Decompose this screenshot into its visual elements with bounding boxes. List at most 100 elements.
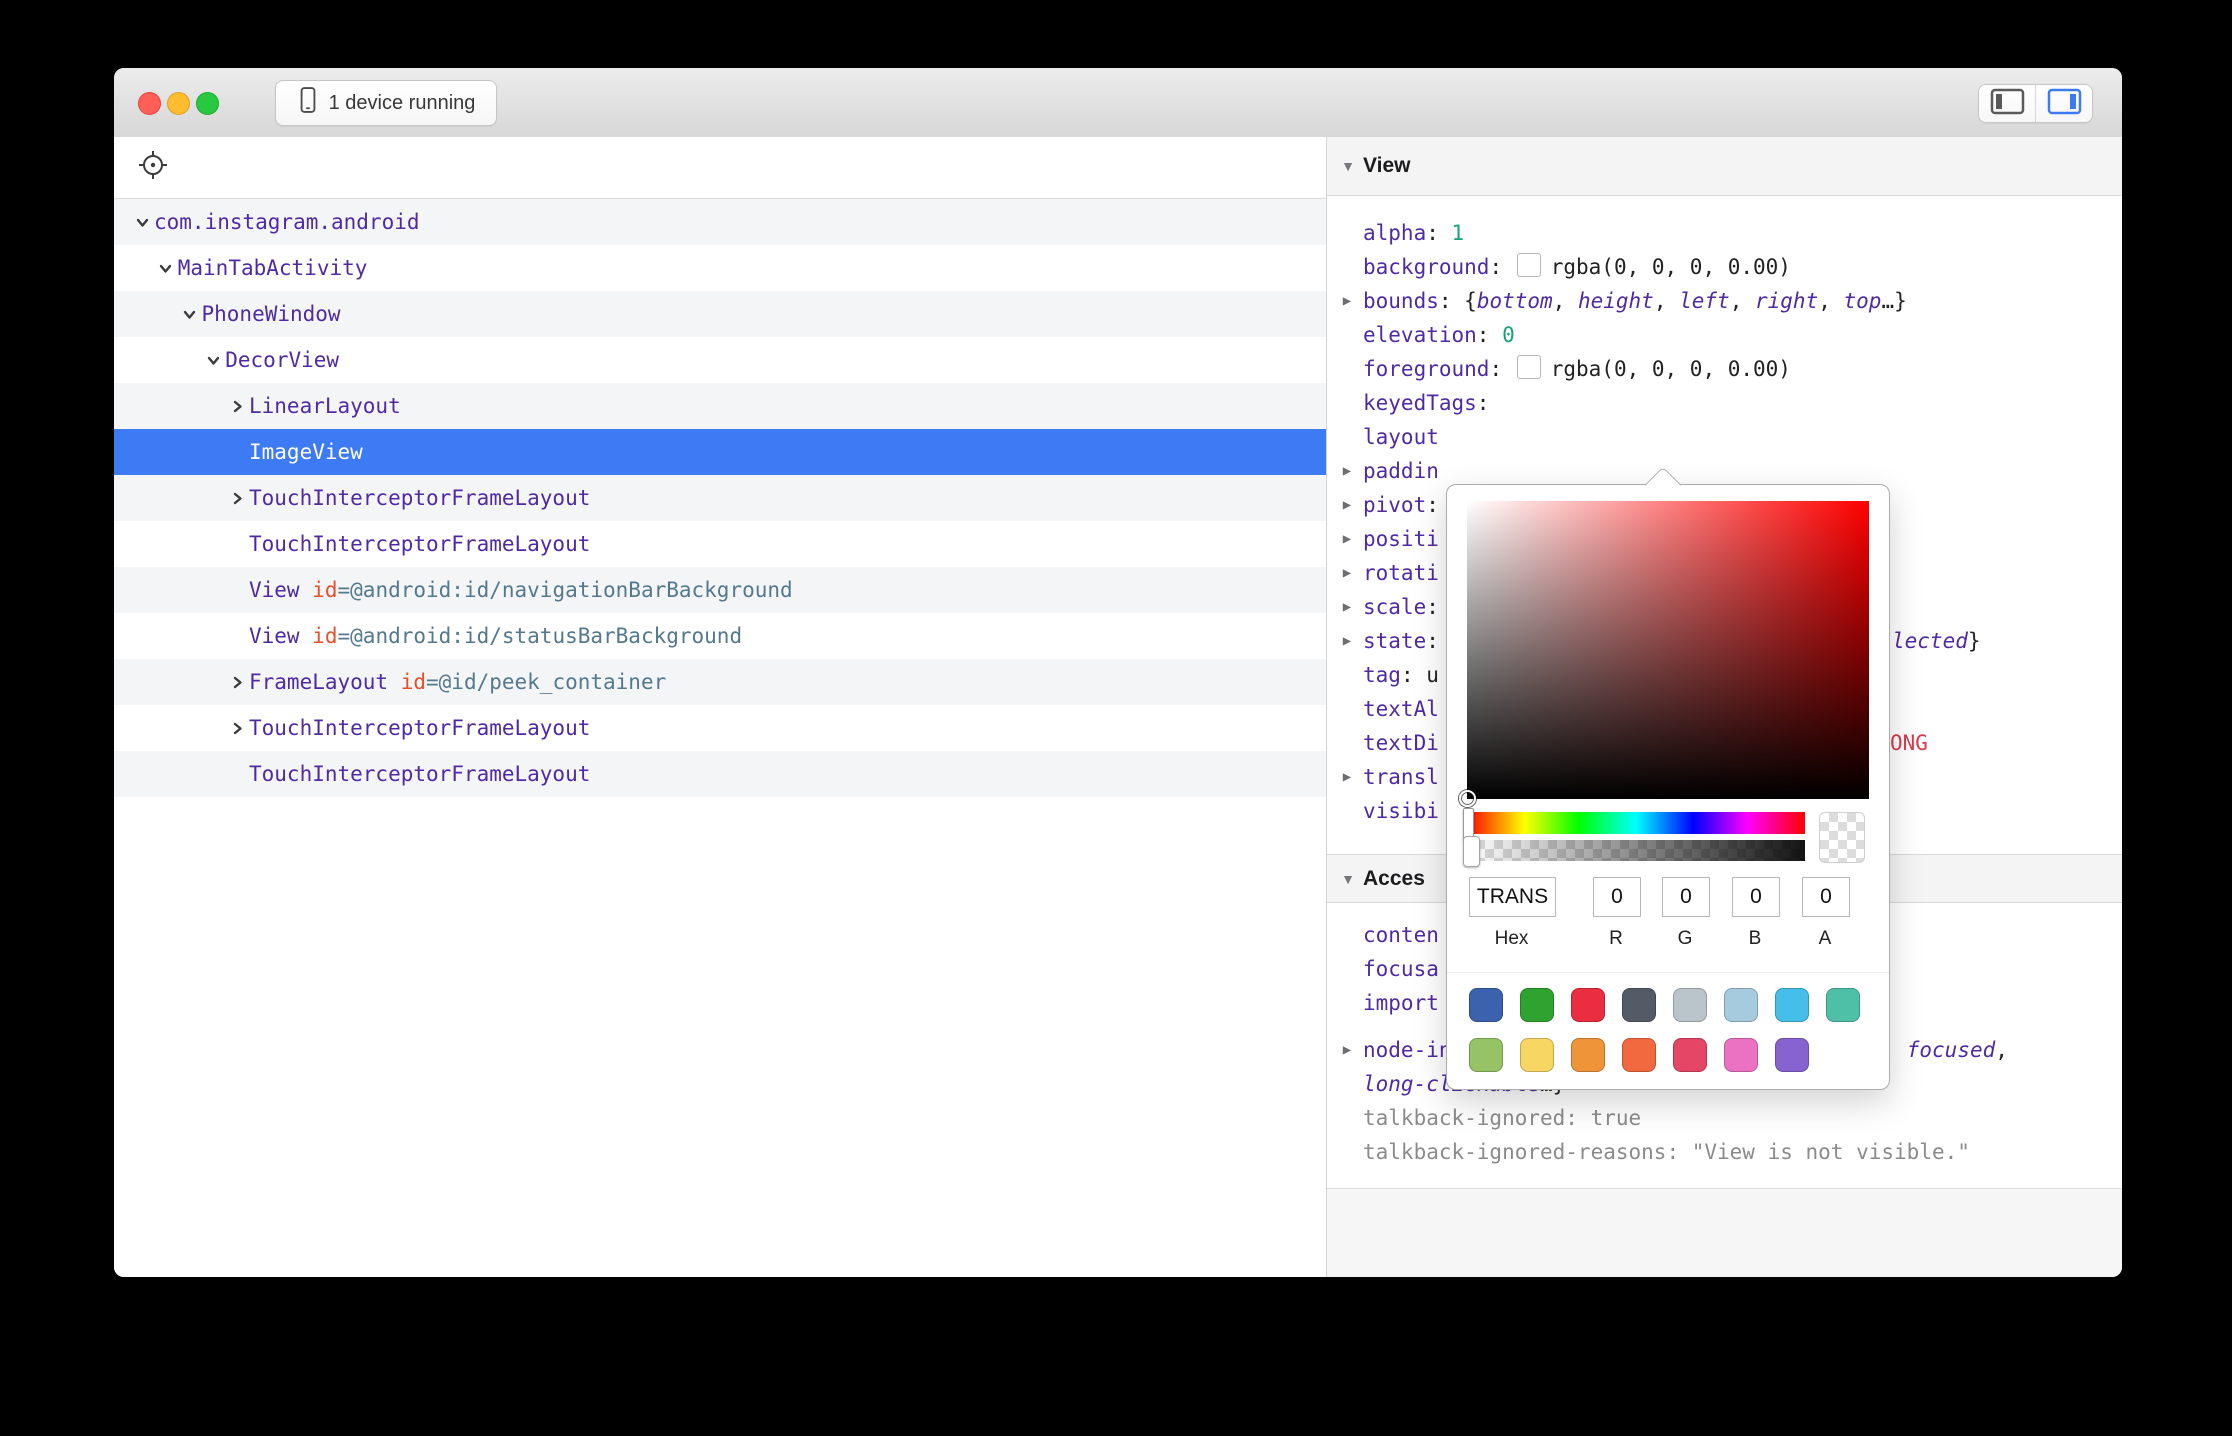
left-panel-toggle-icon: [1990, 88, 2025, 120]
property-text: bounds: [1363, 289, 1439, 313]
right-panel-toggle-button[interactable]: [2036, 85, 2092, 122]
tree-row[interactable]: FrameLayout id=@id/peek_container: [114, 659, 1326, 705]
minimize-button[interactable]: [167, 92, 190, 115]
saturation-brightness-area[interactable]: [1467, 501, 1869, 799]
disclosure-closed-icon[interactable]: ▶: [1335, 454, 1359, 488]
palette-swatch[interactable]: [1724, 988, 1758, 1022]
alpha-slider[interactable]: [1467, 840, 1805, 861]
palette-swatch[interactable]: [1673, 1038, 1707, 1072]
chevron-right-icon[interactable]: [225, 491, 249, 506]
target-crosshair-icon[interactable]: [136, 148, 170, 187]
section-header-view[interactable]: ▼ View: [1327, 137, 2122, 196]
disclosure-closed-icon[interactable]: ▶: [1335, 284, 1359, 318]
tree-row[interactable]: com.instagram.android: [114, 199, 1326, 245]
color-value-swatch[interactable]: [1517, 253, 1541, 277]
tree-node-label: LinearLayout: [249, 394, 401, 418]
channel-label-b: B: [1732, 928, 1778, 950]
palette-swatch[interactable]: [1520, 1038, 1554, 1072]
tree-row[interactable]: View id=@android:id/statusBarBackground: [114, 613, 1326, 659]
tree-row[interactable]: TouchInterceptorFrameLayout: [114, 521, 1326, 567]
disclosure-closed-icon[interactable]: ▶: [1335, 556, 1359, 590]
tree-node-label: TouchInterceptorFrameLayout: [249, 716, 590, 740]
palette-swatch[interactable]: [1622, 1038, 1656, 1072]
property-text: ,: [1818, 289, 1843, 313]
property-text: :: [1426, 629, 1439, 653]
tree-node-label: TouchInterceptorFrameLayout: [249, 532, 590, 556]
tree-row[interactable]: TouchInterceptorFrameLayout: [114, 751, 1326, 797]
alpha-slider-thumb[interactable]: [1463, 836, 1480, 867]
property-text: tag: [1363, 663, 1401, 687]
palette-swatch[interactable]: [1571, 1038, 1605, 1072]
device-running-button[interactable]: 1 device running: [275, 80, 497, 126]
disclosure-closed-icon[interactable]: ▶: [1335, 760, 1359, 794]
chevron-down-icon[interactable]: [130, 215, 154, 230]
property-text: {: [1464, 289, 1477, 313]
tree-row[interactable]: LinearLayout: [114, 383, 1326, 429]
tree-node-label: MainTabActivity: [178, 256, 368, 280]
tree-row[interactable]: MainTabActivity: [114, 245, 1326, 291]
color-value-swatch[interactable]: [1517, 355, 1541, 379]
tree-row[interactable]: ImageView: [114, 429, 1326, 475]
property-text: :: [1477, 323, 1502, 347]
channel-input-r[interactable]: [1593, 877, 1641, 917]
channel-input-b[interactable]: [1732, 877, 1780, 917]
disclosure-closed-icon[interactable]: ▶: [1335, 488, 1359, 522]
palette-swatch[interactable]: [1775, 1038, 1809, 1072]
tree-node-label: ImageView: [249, 440, 363, 464]
property-text: focusa: [1363, 957, 1439, 981]
tree-row[interactable]: PhoneWindow: [114, 291, 1326, 337]
property-text: ,: [1995, 1038, 2008, 1062]
property-text: talkback-ignored: [1363, 1106, 1565, 1130]
chevron-right-icon[interactable]: [225, 721, 249, 736]
hex-input[interactable]: [1469, 877, 1556, 917]
tree-row[interactable]: TouchInterceptorFrameLayout: [114, 705, 1326, 751]
chevron-right-icon[interactable]: [225, 399, 249, 414]
palette-swatch[interactable]: [1469, 1038, 1503, 1072]
swatch-row-1: [1469, 988, 1860, 1022]
property-row: ▶bounds: {bottom, height, left, right, t…: [1327, 284, 2122, 318]
property-text: u: [1426, 663, 1439, 687]
property-row: elevation: 0: [1327, 318, 2122, 352]
channel-input-g[interactable]: [1662, 877, 1710, 917]
palette-swatch[interactable]: [1520, 988, 1554, 1022]
chevron-down-icon[interactable]: [201, 353, 225, 368]
palette-swatch[interactable]: [1775, 988, 1809, 1022]
palette-swatch[interactable]: [1571, 988, 1605, 1022]
palette-swatch[interactable]: [1724, 1038, 1758, 1072]
property-text: rgba(0, 0, 0, 0.00): [1551, 255, 1791, 279]
tree-row[interactable]: View id=@android:id/navigationBarBackgro…: [114, 567, 1326, 613]
property-text: ,: [1730, 289, 1755, 313]
channel-label-a: A: [1802, 928, 1848, 950]
property-text: :: [1489, 357, 1514, 381]
disclosure-closed-icon[interactable]: ▶: [1335, 624, 1359, 658]
palette-swatch[interactable]: [1826, 988, 1860, 1022]
property-row: background: rgba(0, 0, 0, 0.00): [1327, 250, 2122, 284]
disclosure-closed-icon[interactable]: ▶: [1335, 522, 1359, 556]
palette-swatch[interactable]: [1622, 988, 1656, 1022]
section-disclosure-open-icon[interactable]: ▼: [1333, 871, 1363, 887]
tree-row[interactable]: DecorView: [114, 337, 1326, 383]
property-text: :: [1666, 1140, 1691, 1164]
property-text: "View is not visible.": [1692, 1140, 1970, 1164]
section-disclosure-open-icon[interactable]: ▼: [1333, 158, 1363, 174]
palette-swatch[interactable]: [1673, 988, 1707, 1022]
left-panel-toggle-button[interactable]: [1979, 85, 2036, 122]
channel-input-a[interactable]: [1802, 877, 1850, 917]
tree-node-label: com.instagram.android: [154, 210, 420, 234]
property-text: }: [1968, 629, 1981, 653]
disclosure-closed-icon[interactable]: ▶: [1335, 590, 1359, 624]
color-cursor[interactable]: [1459, 790, 1476, 807]
disclosure-closed-icon[interactable]: ▶: [1335, 1033, 1359, 1067]
property-text: :: [1426, 595, 1439, 619]
tree-row[interactable]: TouchInterceptorFrameLayout: [114, 475, 1326, 521]
chevron-down-icon[interactable]: [154, 261, 178, 276]
palette-swatch[interactable]: [1469, 988, 1503, 1022]
property-text: alpha: [1363, 221, 1426, 245]
chevron-down-icon[interactable]: [178, 307, 202, 322]
property-text: :: [1426, 493, 1439, 517]
tree: com.instagram.android MainTabActivity Phon…: [114, 199, 1326, 797]
hue-slider[interactable]: [1467, 812, 1805, 834]
close-button[interactable]: [138, 92, 161, 115]
zoom-button[interactable]: [196, 92, 219, 115]
chevron-right-icon[interactable]: [225, 675, 249, 690]
